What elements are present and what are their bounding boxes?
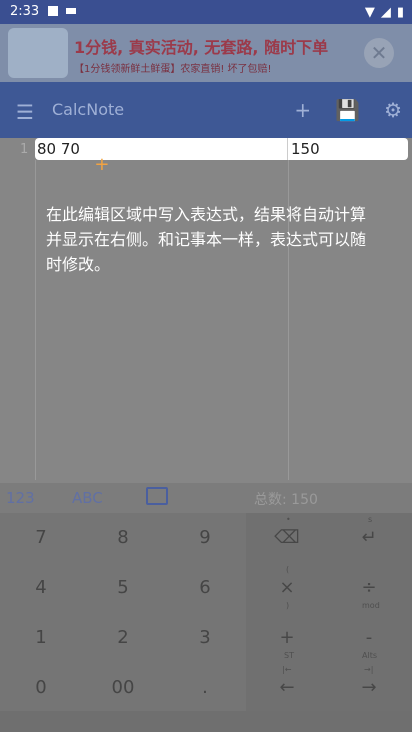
navigation-bar xyxy=(0,711,412,732)
multiply-subtext-top: ( xyxy=(286,565,290,574)
line-number: 1 xyxy=(20,142,29,157)
numpad: 7 8 9 4 5 6 1 2 3 0 00 . xyxy=(0,513,246,711)
ad-banner[interactable]: 1分钱, 真实活动, 无套路, 随时下单 【1分钱领新鲜土鲜蛋】农家直销! 坏了… xyxy=(0,24,412,82)
left-subtext: |← xyxy=(282,665,292,674)
menu-icon[interactable]: ☰ xyxy=(16,100,34,124)
row-separator xyxy=(287,138,288,160)
enter-subtext: s xyxy=(368,515,373,524)
key-5[interactable]: 5 xyxy=(82,563,164,613)
key-3[interactable]: 3 xyxy=(164,613,246,663)
backspace-subtext: • xyxy=(286,515,291,524)
plus-subtext: ST xyxy=(284,651,294,660)
result-value: 150 xyxy=(291,140,320,158)
tab-abc[interactable]: ABC xyxy=(72,489,103,507)
editor-divider xyxy=(35,160,36,480)
key-7[interactable]: 7 xyxy=(0,513,82,563)
multiply-subtext-bottom: ) xyxy=(286,601,290,610)
key-2[interactable]: 2 xyxy=(82,613,164,663)
operator-pad: ⌫ ↵ × ÷ + - ← → • s ( ) mod ST Alts |← →… xyxy=(246,513,412,711)
expression-operator: + xyxy=(94,154,110,175)
line-gutter xyxy=(0,138,35,483)
ad-title: 1分钱, 真实活动, 无套路, 随时下单 xyxy=(74,38,329,57)
keyboard-tabs: 123 ABC 总数: 150 xyxy=(0,483,412,513)
divide-subtext: mod xyxy=(362,601,380,610)
notification-icon xyxy=(48,6,58,16)
key-8[interactable]: 8 xyxy=(82,513,164,563)
ad-image xyxy=(8,28,68,78)
total-label: 总数: 150 xyxy=(254,492,318,508)
editor-row[interactable]: 80 + 70 150 xyxy=(35,138,408,175)
key-6[interactable]: 6 xyxy=(164,563,246,613)
ad-subtitle: 【1分钱领新鲜土鲜蛋】农家直销! 坏了包赔! xyxy=(74,64,272,75)
tab-123[interactable]: 123 xyxy=(6,489,35,507)
battery-icon: ▮ xyxy=(396,5,404,20)
minus-subtext: Alts xyxy=(362,651,377,660)
signal-icon: ◢ xyxy=(380,5,391,20)
ad-close-button[interactable]: ✕ xyxy=(364,38,394,68)
keyboard-icon xyxy=(66,8,76,14)
expression-left: 80 xyxy=(37,140,57,158)
app-title: CalcNote xyxy=(52,100,125,119)
key-4[interactable]: 4 xyxy=(0,563,82,613)
expression[interactable]: 80 + 70 xyxy=(37,140,109,175)
key-dot[interactable]: . xyxy=(164,663,246,713)
key-00[interactable]: 00 xyxy=(82,663,164,713)
status-time: 2:33 xyxy=(10,4,40,19)
key-0[interactable]: 0 xyxy=(0,663,82,713)
toolbar-actions: + 💾 ⚙ xyxy=(294,98,402,122)
key-9[interactable]: 9 xyxy=(164,513,246,563)
right-subtext: →| xyxy=(364,665,374,674)
key-1[interactable]: 1 xyxy=(0,613,82,663)
toolbar: ☰ CalcNote + 💾 ⚙ xyxy=(0,82,412,138)
editor-tip: 在此编辑区域中写入表达式，结果将自动计算并显示在右侧。和记事本一样，表达式可以随… xyxy=(46,205,367,274)
add-icon[interactable]: + xyxy=(294,98,311,122)
wifi-icon: ▼ xyxy=(364,5,375,20)
keyboard-toggle-icon[interactable] xyxy=(146,487,168,505)
status-bar: 2:33 ▼ ◢ ▮ xyxy=(0,0,412,24)
save-icon[interactable]: 💾 xyxy=(335,98,360,122)
settings-icon[interactable]: ⚙ xyxy=(384,98,402,122)
